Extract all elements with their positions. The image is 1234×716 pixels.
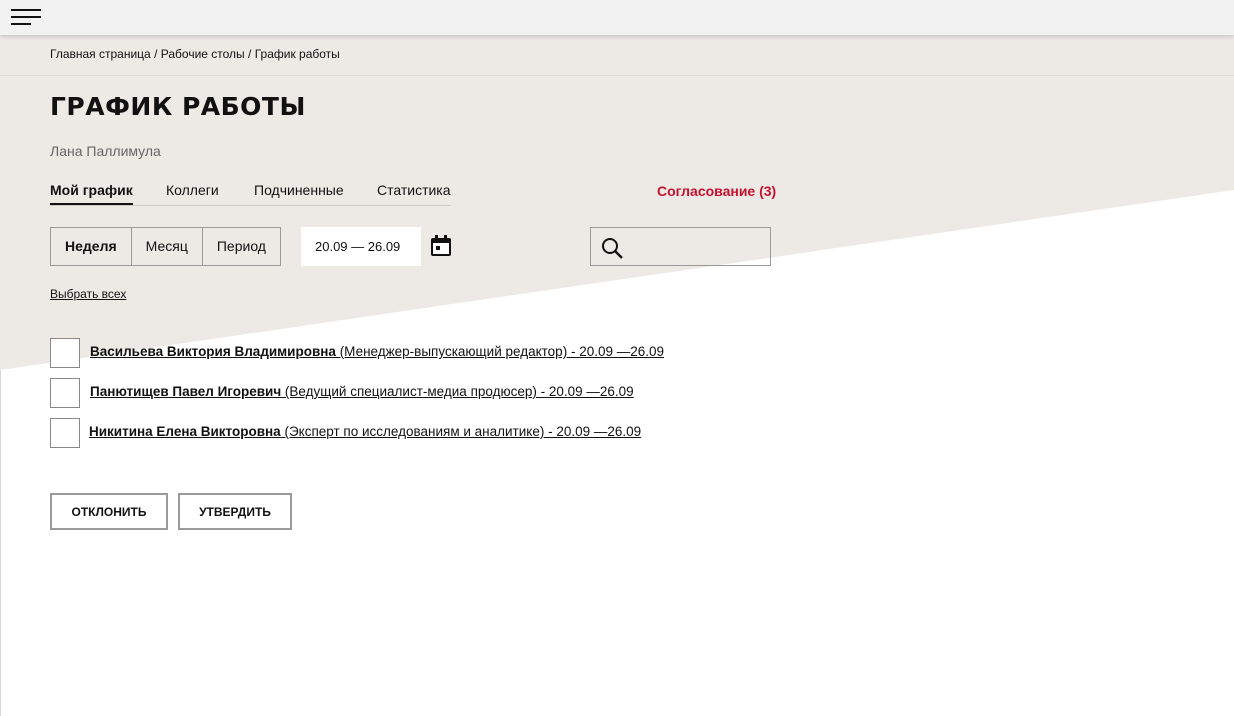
period-week-button[interactable]: Неделя <box>51 228 132 265</box>
period-range-button[interactable]: Период <box>203 228 280 265</box>
employee-checkbox[interactable] <box>50 418 80 448</box>
employee-details: (Ведущий специалист-медиа продюсер) - 20… <box>281 384 634 399</box>
employee-link[interactable]: Панютищев Павел Игоревич (Ведущий специа… <box>90 384 634 399</box>
period-month-button[interactable]: Месяц <box>132 228 203 265</box>
main-content: ГРАФИК РАБОТЫ Лана Паллимула Мой график … <box>0 0 1234 716</box>
employee-name: Панютищев Павел Игоревич <box>90 384 282 399</box>
tab-subordinates[interactable]: Подчиненные <box>254 182 344 198</box>
hamburger-menu-icon[interactable] <box>11 9 41 27</box>
approval-link[interactable]: Согласование (3) <box>657 183 776 199</box>
approve-button[interactable]: УТВЕРДИТЬ <box>178 493 292 530</box>
user-name: Лана Паллимула <box>50 143 161 159</box>
tab-bar: Мой график Коллеги Подчиненные Статистик… <box>50 182 451 206</box>
tab-colleagues[interactable]: Коллеги <box>166 182 219 198</box>
calendar-icon[interactable] <box>430 235 452 257</box>
search-icon[interactable] <box>601 237 623 259</box>
page-title: ГРАФИК РАБОТЫ <box>50 92 306 121</box>
select-all-link[interactable]: Выбрать всех <box>50 287 126 301</box>
tab-my-schedule[interactable]: Мой график <box>50 182 133 205</box>
employee-checkbox[interactable] <box>50 338 80 368</box>
employee-details: (Менеджер-выпускающий редактор) - 20.09 … <box>335 344 665 359</box>
tab-statistics[interactable]: Статистика <box>377 182 451 198</box>
search-input[interactable] <box>627 234 767 260</box>
date-range-text: 20.09 — 26.09 <box>315 239 401 254</box>
date-range-field[interactable]: 20.09 — 26.09 <box>301 227 421 266</box>
top-bar <box>0 0 1234 35</box>
employee-link[interactable]: Васильева Виктория Владимировна (Менедже… <box>90 344 664 359</box>
reject-button[interactable]: ОТКЛОНИТЬ <box>50 493 168 530</box>
search-box <box>590 227 771 266</box>
employee-checkbox[interactable] <box>50 378 80 408</box>
employee-name: Никитина Елена Викторовна <box>89 424 281 439</box>
employee-details: (Эксперт по исследованиям и аналитике) -… <box>280 424 642 439</box>
employee-name: Васильева Виктория Владимировна <box>90 344 336 359</box>
period-switch: Неделя Месяц Период <box>50 227 281 266</box>
employee-link[interactable]: Никитина Елена Викторовна (Эксперт по ис… <box>89 424 641 439</box>
